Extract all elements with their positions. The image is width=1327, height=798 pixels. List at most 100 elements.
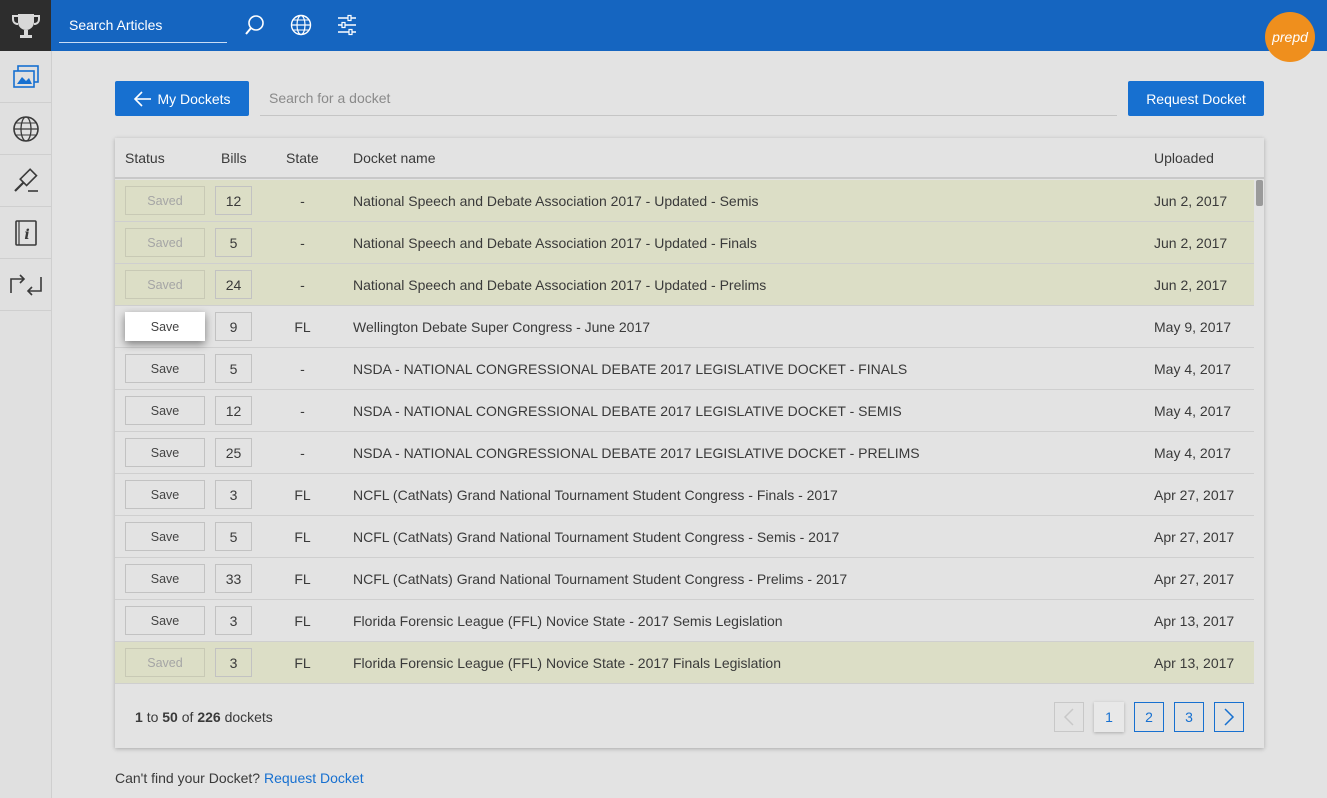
table-row[interactable]: Save 12 - NSDA - NATIONAL CONGRESSIONAL DEB…: [115, 390, 1254, 432]
docket-name-cell[interactable]: NSDA - NATIONAL CONGRESSIONAL DEBATE 201…: [353, 445, 920, 461]
sidebar-item-info[interactable]: i: [0, 207, 51, 259]
table-row[interactable]: Saved 3 FL Florida Forensic League (FFL) No…: [115, 642, 1254, 684]
save-button[interactable]: Save: [125, 564, 205, 593]
footer-request-docket-link[interactable]: Request Docket: [264, 770, 364, 786]
docket-name-cell[interactable]: Wellington Debate Super Congress - June …: [353, 319, 650, 335]
table-scrollbar[interactable]: [1254, 180, 1264, 684]
table-row[interactable]: Saved 12 - National Speech and Debate Assoc…: [115, 180, 1254, 222]
docket-name-cell[interactable]: NSDA - NATIONAL CONGRESSIONAL DEBATE 201…: [353, 361, 907, 377]
save-button[interactable]: Save: [125, 396, 205, 425]
sidebar-item-dockets[interactable]: [0, 51, 51, 103]
uploaded-date-cell: Apr 27, 2017: [1154, 487, 1235, 503]
search-articles-placeholder: Search Articles: [69, 17, 163, 33]
docket-search-placeholder: Search for a docket: [269, 90, 391, 106]
sliders-icon[interactable]: [334, 12, 360, 38]
table-row[interactable]: Save 5 - NSDA - NATIONAL CONGRESSIONAL DEBA…: [115, 348, 1254, 390]
docket-name-cell[interactable]: NCFL (CatNats) Grand National Tournament…: [353, 571, 847, 587]
table-row[interactable]: Saved 5 - National Speech and Debate Associ…: [115, 222, 1254, 264]
save-button[interactable]: Save: [125, 438, 205, 467]
docket-name-cell[interactable]: Florida Forensic League (FFL) Novice Sta…: [353, 655, 781, 671]
count-unit: dockets: [224, 709, 273, 725]
bills-count: 24: [215, 270, 252, 299]
docket-search-input[interactable]: Search for a docket: [260, 81, 1117, 116]
table-row[interactable]: Save 33 FL NCFL (CatNats) Grand National To…: [115, 558, 1254, 600]
page-3-button[interactable]: 3: [1174, 702, 1204, 732]
header-docket-name[interactable]: Docket name: [353, 150, 435, 166]
sidebar-item-swap[interactable]: [0, 259, 51, 311]
avatar-text: prepd: [1272, 29, 1308, 45]
request-docket-button[interactable]: Request Docket: [1128, 81, 1264, 116]
save-button[interactable]: Save: [125, 354, 205, 383]
uploaded-date-cell: Apr 27, 2017: [1154, 571, 1235, 587]
my-dockets-button[interactable]: My Dockets: [115, 81, 249, 116]
bills-count: 3: [215, 648, 252, 677]
avatar[interactable]: prepd: [1265, 12, 1315, 62]
save-button[interactable]: Save: [125, 522, 205, 551]
saved-button[interactable]: Saved: [125, 228, 205, 257]
bills-count: 5: [215, 354, 252, 383]
bills-count: 12: [215, 186, 252, 215]
uploaded-date-cell: May 4, 2017: [1154, 445, 1232, 461]
table-row[interactable]: Save 3 FL Florida Forensic League (FFL) Nov…: [115, 600, 1254, 642]
scroll-thumb[interactable]: [1256, 180, 1263, 206]
trophy-icon[interactable]: [0, 0, 51, 51]
page-1-button[interactable]: 1: [1094, 702, 1124, 732]
save-button[interactable]: Save: [125, 606, 205, 635]
table-row[interactable]: Save 25 - NSDA - NATIONAL CONGRESSIONAL DEB…: [115, 432, 1254, 474]
dockets-table-card: Status Bills State Docket name Uploaded …: [115, 138, 1264, 748]
docket-name-cell[interactable]: National Speech and Debate Association 2…: [353, 277, 766, 293]
header-uploaded[interactable]: Uploaded: [1154, 150, 1214, 166]
docket-name-cell[interactable]: NCFL (CatNats) Grand National Tournament…: [353, 487, 838, 503]
header-state[interactable]: State: [286, 150, 319, 166]
bills-count: 3: [215, 606, 252, 635]
header-bills[interactable]: Bills: [221, 150, 247, 166]
count-to-word: to: [146, 709, 159, 725]
page-3-label: 3: [1185, 709, 1193, 725]
bills-count: 9: [215, 312, 252, 341]
state-cell: FL: [294, 319, 311, 335]
uploaded-date-cell: Apr 13, 2017: [1154, 655, 1235, 671]
table-row[interactable]: Save 3 FL NCFL (CatNats) Grand National Tou…: [115, 474, 1254, 516]
svg-text:i: i: [24, 227, 29, 243]
state-cell: FL: [294, 571, 311, 587]
state-cell: FL: [294, 487, 311, 503]
saved-button[interactable]: Saved: [125, 186, 205, 215]
table-row[interactable]: Saved 24 - National Speech and Debate Assoc…: [115, 264, 1254, 306]
docket-name-cell[interactable]: National Speech and Debate Association 2…: [353, 235, 757, 251]
state-cell: -: [300, 193, 305, 209]
count-to: 50: [162, 709, 178, 725]
search-icon[interactable]: [242, 12, 268, 38]
state-cell: FL: [294, 529, 311, 545]
uploaded-date-cell: Jun 2, 2017: [1154, 277, 1228, 293]
saved-button[interactable]: Saved: [125, 270, 205, 299]
prev-page-button[interactable]: [1054, 702, 1084, 732]
sidebar-item-globe[interactable]: [0, 103, 51, 155]
chevron-right-icon: [1224, 708, 1235, 726]
globe-icon[interactable]: [288, 12, 314, 38]
swap-arrows-icon: [9, 273, 42, 296]
table-row[interactable]: Save 5 FL NCFL (CatNats) Grand National Tou…: [115, 516, 1254, 558]
arrow-left-icon: [134, 90, 152, 107]
save-button[interactable]: Save: [125, 480, 205, 509]
count-of-word: of: [181, 709, 194, 725]
docket-name-cell[interactable]: National Speech and Debate Association 2…: [353, 193, 758, 209]
docket-name-cell[interactable]: NCFL (CatNats) Grand National Tournament…: [353, 529, 839, 545]
search-articles-input[interactable]: Search Articles: [59, 8, 227, 43]
bills-count: 12: [215, 396, 252, 425]
result-count: 1 to 50 of 226 dockets: [135, 709, 273, 725]
next-page-button[interactable]: [1214, 702, 1244, 732]
saved-button[interactable]: Saved: [125, 648, 205, 677]
save-button[interactable]: Save: [125, 312, 205, 341]
uploaded-date-cell: Apr 13, 2017: [1154, 613, 1235, 629]
header-status[interactable]: Status: [125, 150, 165, 166]
page-2-button[interactable]: 2: [1134, 702, 1164, 732]
docket-name-cell[interactable]: NSDA - NATIONAL CONGRESSIONAL DEBATE 201…: [353, 403, 902, 419]
state-cell: -: [300, 445, 305, 461]
state-cell: FL: [294, 655, 311, 671]
gavel-icon: [13, 167, 38, 192]
chevron-left-icon: [1063, 708, 1074, 726]
uploaded-date-cell: May 9, 2017: [1154, 319, 1232, 335]
table-row[interactable]: Save 9 FL Wellington Debate Super Congress …: [115, 306, 1254, 348]
sidebar-item-gavel[interactable]: [0, 155, 51, 207]
docket-name-cell[interactable]: Florida Forensic League (FFL) Novice Sta…: [353, 613, 783, 629]
